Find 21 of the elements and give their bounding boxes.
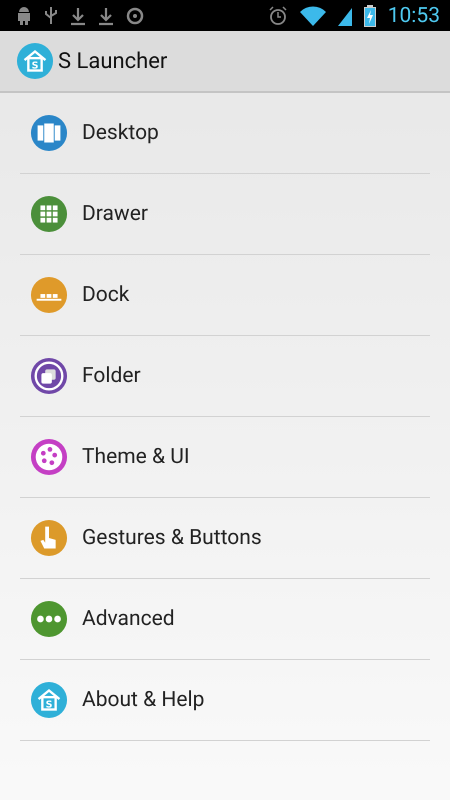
app-title: S Launcher [58,48,168,74]
battery-icon [364,4,376,26]
wifi-icon [300,6,326,26]
settings-item[interactable]: Desktop [20,93,430,174]
disc-icon [126,6,146,26]
app-logo-icon: S [16,42,54,80]
settings-item[interactable]: Drawer [20,174,430,255]
settings-item[interactable]: Theme & UI [20,417,430,498]
settings-item[interactable]: Gestures & Buttons [20,498,430,579]
download-icon [70,6,86,26]
alarm-icon [268,6,288,26]
settings-item[interactable]: Advanced [20,579,430,660]
clock-time: 10:53 [388,4,440,28]
download-icon [98,6,114,26]
signal-icon [338,6,352,26]
house-icon: S [30,681,68,719]
settings-item[interactable]: S About & Help [20,660,430,741]
android-icon [16,6,32,26]
usb-icon [44,6,58,26]
settings-item[interactable]: Dock [20,255,430,336]
settings-item[interactable]: Folder [20,336,430,417]
